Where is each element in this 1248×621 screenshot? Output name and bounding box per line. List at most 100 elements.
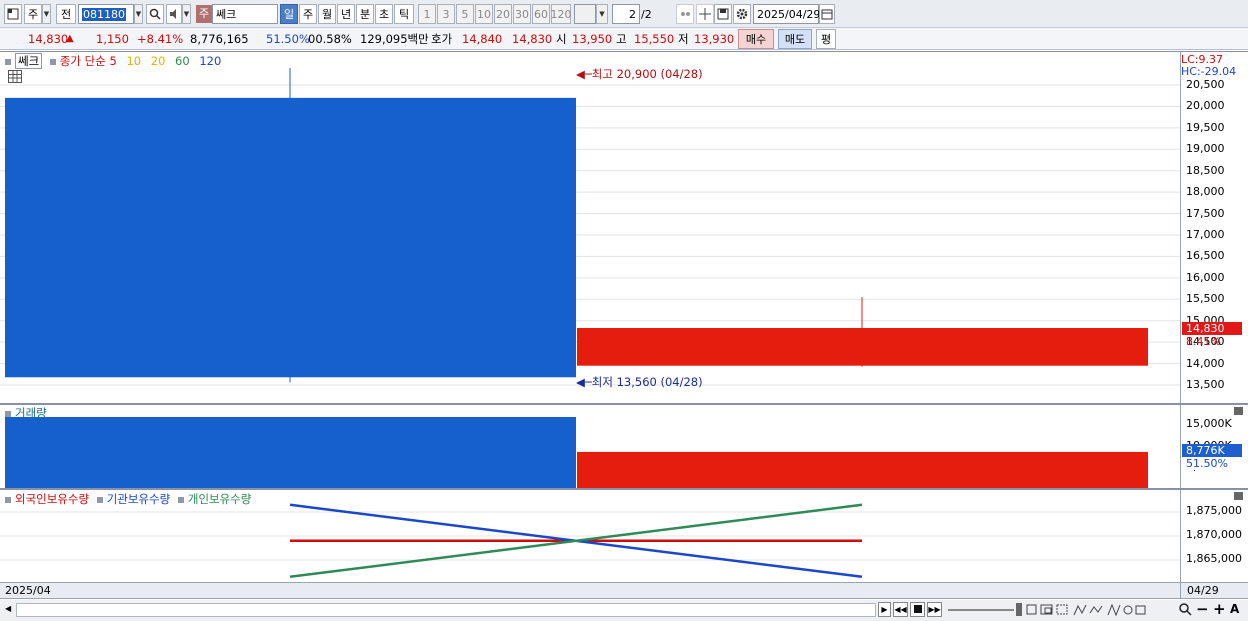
auto-scale-icon[interactable]: A bbox=[1230, 602, 1239, 616]
zoom-out-icon[interactable]: − bbox=[1196, 600, 1209, 618]
calendar-icon[interactable] bbox=[819, 4, 835, 24]
stock-name: 쎄크 bbox=[216, 8, 237, 21]
interval-1[interactable]: 1 bbox=[418, 4, 436, 24]
price-chart[interactable] bbox=[0, 52, 1180, 404]
ma-120: 120 bbox=[199, 54, 222, 68]
ask-price: 14,840 bbox=[462, 32, 503, 46]
legend-square-icon bbox=[5, 496, 11, 503]
crosshair-icon[interactable] bbox=[696, 4, 714, 24]
zoom-slider[interactable] bbox=[948, 609, 1014, 611]
price-tick: 15,500 bbox=[1186, 292, 1225, 306]
holding-tick: 1,875,000 bbox=[1186, 504, 1242, 517]
bid-label: 호가 bbox=[431, 32, 453, 46]
fast-forward-icon[interactable]: ▶▶ bbox=[927, 602, 942, 617]
low-price: 13,930 bbox=[694, 32, 735, 46]
stock-name-field[interactable]: 쎄크 bbox=[212, 4, 278, 24]
period-second[interactable]: 초 bbox=[375, 4, 393, 24]
price-legend: 쎄크 종가 단순 5 10 20 60 120 bbox=[5, 53, 221, 69]
ma-60: 60 bbox=[175, 54, 190, 68]
page-input[interactable]: 2 bbox=[612, 4, 640, 24]
interval-3[interactable]: 3 bbox=[437, 4, 455, 24]
panel-close-icon[interactable] bbox=[1234, 492, 1243, 500]
save-icon[interactable] bbox=[714, 4, 732, 24]
institution-legend: 기관보유수량 bbox=[106, 492, 171, 506]
horizontal-scrollbar[interactable] bbox=[16, 603, 876, 617]
trade-amount: 129,095백만 bbox=[360, 32, 429, 46]
left-arrow-icon: ◀─ bbox=[576, 375, 592, 389]
stop-icon[interactable] bbox=[910, 602, 925, 617]
candle-body bbox=[577, 328, 1148, 366]
window-layout-icon[interactable] bbox=[4, 4, 22, 24]
interval-10[interactable]: 10 bbox=[475, 4, 493, 24]
open-label: 시 bbox=[556, 32, 567, 46]
zoom-in-icon[interactable]: + bbox=[1213, 600, 1226, 618]
current-pct-tag: 8.41% bbox=[1186, 335, 1221, 348]
panel-divider[interactable] bbox=[0, 403, 1248, 405]
hc-value: HC:-29.04 bbox=[1181, 65, 1237, 78]
ma-5: 5 bbox=[109, 54, 117, 68]
pin-icon[interactable] bbox=[676, 4, 694, 24]
up-arrow-icon: ▲ bbox=[66, 33, 74, 44]
custom-interval-dropdown[interactable]: ▼ bbox=[596, 4, 608, 24]
volume-chart[interactable] bbox=[0, 405, 1180, 489]
code-dropdown-arrow[interactable]: ▼ bbox=[134, 4, 143, 24]
period-month[interactable]: 월 bbox=[318, 4, 336, 24]
volume-bar bbox=[577, 451, 1148, 489]
period-week[interactable]: 주 bbox=[299, 4, 317, 24]
individual-legend: 개인보유수량 bbox=[187, 492, 252, 506]
interval-5[interactable]: 5 bbox=[456, 4, 474, 24]
current-volume-pct: 51.50% bbox=[1186, 457, 1228, 470]
stock-code-input[interactable]: 081180 bbox=[78, 4, 134, 24]
zoom-slider-handle[interactable] bbox=[1016, 603, 1022, 616]
high-label: 고 bbox=[616, 32, 627, 46]
avg-button[interactable]: 평 bbox=[816, 29, 836, 49]
period-day[interactable]: 일 bbox=[280, 4, 298, 24]
interval-20[interactable]: 20 bbox=[494, 4, 512, 24]
price-tick: 17,500 bbox=[1186, 206, 1225, 220]
legend-square-icon bbox=[5, 410, 11, 417]
drawing-tools-icon[interactable] bbox=[1026, 603, 1176, 617]
data-table-icon[interactable] bbox=[8, 70, 22, 83]
interval-30[interactable]: 30 bbox=[513, 4, 531, 24]
price-tick: 18,500 bbox=[1186, 163, 1225, 177]
interval-120[interactable]: 120 bbox=[551, 4, 572, 24]
prev-button[interactable]: 전 bbox=[56, 4, 76, 24]
speaker-icon[interactable] bbox=[166, 4, 182, 24]
rewind-icon[interactable]: ◀◀ bbox=[893, 602, 908, 617]
volume-ratio: 51.50% bbox=[266, 32, 310, 46]
custom-interval-input[interactable] bbox=[574, 4, 596, 24]
date-value: 2025/04/29 bbox=[757, 7, 821, 21]
foreign-legend: 외국인보유수량 bbox=[15, 492, 90, 506]
low-label: 저 bbox=[678, 32, 689, 46]
price-tick: 19,000 bbox=[1186, 142, 1225, 156]
vol-tick: 15,000K bbox=[1186, 417, 1232, 430]
interval-60[interactable]: 60 bbox=[532, 4, 550, 24]
scroll-right-icon[interactable]: ▶ bbox=[878, 602, 891, 617]
price-tick: 14,000 bbox=[1186, 356, 1225, 370]
period-minute[interactable]: 분 bbox=[356, 4, 374, 24]
quote-bar: 14,830 ▲ 1,150 +8.41% 8,776,165 51.50% 0… bbox=[0, 28, 1248, 50]
panel-close-icon[interactable] bbox=[1234, 407, 1243, 415]
page-total: /2 bbox=[641, 8, 652, 21]
time-axis-end: 04/29 bbox=[1187, 584, 1219, 597]
date-input[interactable]: 2025/04/29 bbox=[753, 4, 821, 24]
gear-icon[interactable] bbox=[733, 4, 751, 24]
ma-20: 20 bbox=[150, 54, 166, 68]
buy-button[interactable]: 매수 bbox=[738, 29, 774, 49]
price-tick: 20,500 bbox=[1186, 78, 1225, 91]
main-toolbar: 주 ▼ 전 081180 ▼ ▼ 주 쎄크 일 주 월 년 분 초 틱 1 3 … bbox=[0, 0, 1248, 28]
period-year[interactable]: 년 bbox=[337, 4, 355, 24]
period-tick[interactable]: 틱 bbox=[394, 4, 414, 24]
market-select[interactable]: 주 bbox=[24, 4, 42, 24]
price-tick: 16,000 bbox=[1186, 270, 1225, 284]
search-icon[interactable] bbox=[146, 4, 164, 24]
turnover-rate: 00.58% bbox=[308, 32, 352, 46]
volume-legend: 거래량 bbox=[5, 405, 47, 421]
panel-divider[interactable] bbox=[0, 488, 1248, 490]
price-tick: 17,000 bbox=[1186, 228, 1225, 241]
zoom-search-icon[interactable] bbox=[1178, 602, 1192, 620]
market-dropdown-arrow[interactable]: ▼ bbox=[42, 4, 51, 24]
scroll-left-icon[interactable]: ◀ bbox=[5, 604, 15, 616]
speaker-dropdown-arrow[interactable]: ▼ bbox=[182, 4, 191, 24]
sell-button[interactable]: 매도 bbox=[778, 29, 812, 49]
